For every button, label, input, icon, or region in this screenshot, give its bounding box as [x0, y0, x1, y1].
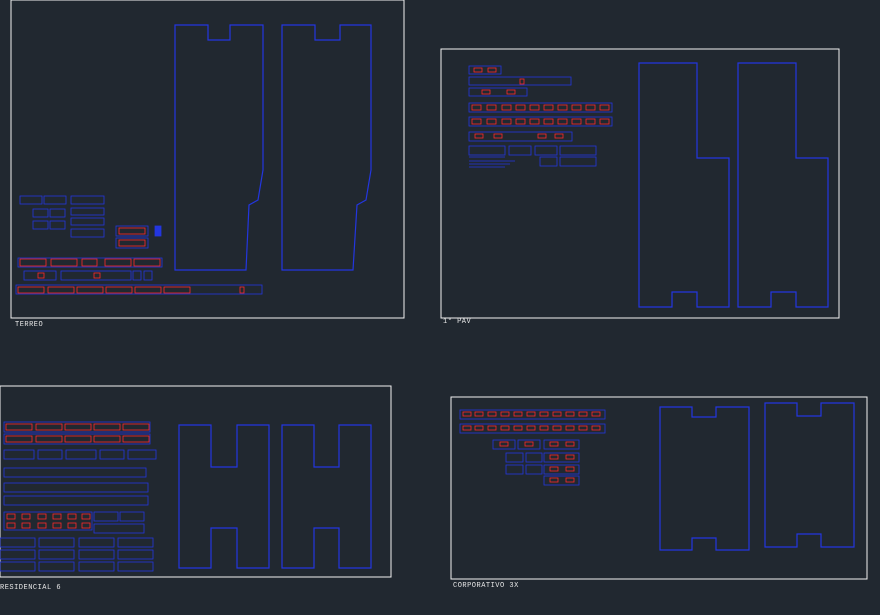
view-label-residencial: RESIDENCIAL 6 — [0, 584, 62, 592]
view-corporativo[interactable] — [450, 396, 868, 580]
building-outline-left — [659, 406, 750, 551]
view-label-1-pav: 1° PAV — [443, 318, 472, 326]
view-residencial[interactable] — [0, 385, 392, 578]
cad-drawing — [0, 0, 868, 580]
viewport-frame-1-pav — [440, 48, 840, 319]
building-outline-right — [281, 24, 372, 271]
building-outline-left — [638, 62, 730, 308]
building-outline-left — [178, 424, 270, 569]
building-outline-right — [737, 62, 829, 308]
building-outline-left — [174, 24, 264, 271]
room-tags-corporativo — [462, 411, 601, 483]
schedule-blocks-corporativo — [459, 409, 606, 486]
room-tags-residencial — [5, 423, 150, 529]
view-1-pav[interactable] — [440, 48, 840, 319]
schedule-blocks-terreo — [15, 195, 263, 295]
building-outline-right — [764, 402, 855, 548]
view-label-corporativo: CORPORATIVO 3X — [453, 582, 519, 590]
viewport-frame-residencial — [0, 385, 392, 578]
view-terreo[interactable] — [10, 0, 405, 319]
cad-drawing-canvas[interactable]: TERREO 1° PAV RESIDENCIAL 6 CORPORATIVO … — [0, 0, 880, 610]
schedule-blocks-residencial — [0, 421, 157, 572]
building-outline-right — [281, 424, 372, 569]
view-label-terreo: TERREO — [15, 321, 44, 329]
schedule-blocks-1-pav — [468, 65, 613, 168]
